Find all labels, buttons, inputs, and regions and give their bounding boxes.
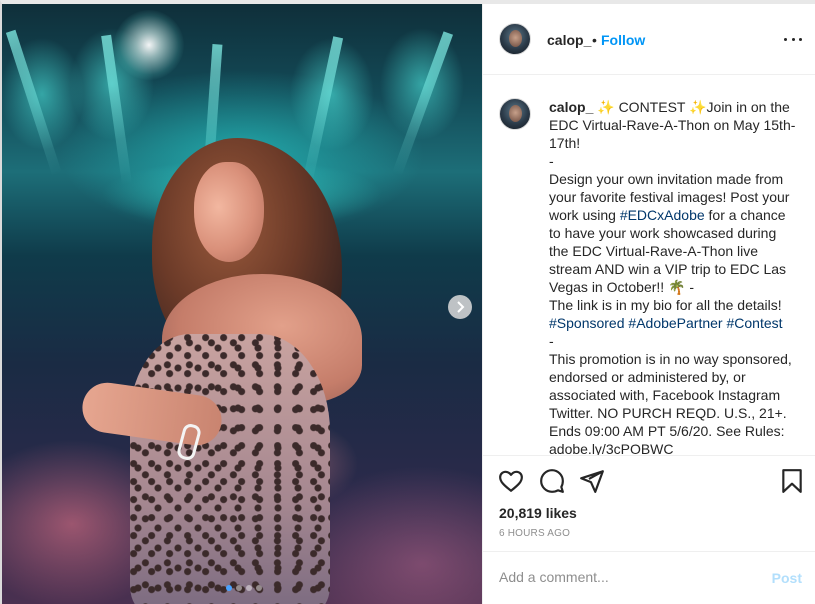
caption-section: calop_ ✨ CONTEST ✨Join in on the EDC Vir… xyxy=(483,76,815,455)
post-timestamp[interactable]: 6 HOURS AGO xyxy=(499,528,570,539)
carousel-indicator xyxy=(226,585,262,591)
firework-burst xyxy=(114,10,184,80)
hashtag-link[interactable]: #AdobePartner xyxy=(628,315,722,331)
dancer-face xyxy=(194,162,264,262)
follow-button[interactable]: Follow xyxy=(601,32,645,48)
bookmark-icon[interactable] xyxy=(779,468,805,494)
carousel-dot xyxy=(246,585,252,591)
separator-dot: • xyxy=(592,32,597,48)
hashtag-link[interactable]: #Sponsored xyxy=(549,315,625,331)
hashtag-link[interactable]: #Contest xyxy=(726,315,782,331)
chevron-right-icon xyxy=(457,301,465,313)
comment-icon[interactable] xyxy=(539,468,565,494)
comment-form: Post xyxy=(483,551,815,604)
caption-text: This promotion is in no way sponsored, e… xyxy=(549,351,792,455)
heart-icon[interactable] xyxy=(498,468,524,494)
more-options-icon[interactable] xyxy=(784,32,802,46)
post-photo[interactable] xyxy=(2,4,482,604)
carousel-dot xyxy=(256,585,262,591)
share-icon[interactable] xyxy=(579,468,605,494)
comment-input[interactable] xyxy=(499,566,749,588)
post-side-panel: calop_ • Follow calop_ ✨ CONTEST ✨Join i… xyxy=(482,4,815,604)
carousel-dot xyxy=(226,585,232,591)
caption-text: - xyxy=(549,153,554,169)
caption-text: The link is in my bio for all the detail… xyxy=(549,297,782,313)
caption-text: - xyxy=(549,333,554,349)
avatar[interactable] xyxy=(499,23,531,55)
carousel-next-button[interactable] xyxy=(448,295,472,319)
post-actions: 20,819 likes 6 HOURS AGO Post xyxy=(483,455,815,604)
post-header: calop_ • Follow xyxy=(483,4,815,75)
caption-username[interactable]: calop_ xyxy=(549,99,593,115)
username-link[interactable]: calop_ xyxy=(547,32,591,48)
avatar[interactable] xyxy=(499,98,531,130)
post-comment-button[interactable]: Post xyxy=(772,570,802,586)
likes-count[interactable]: 20,819 likes xyxy=(499,505,577,521)
dancer-dress xyxy=(130,334,330,604)
carousel-dot xyxy=(236,585,242,591)
hashtag-link[interactable]: #EDCxAdobe xyxy=(620,207,705,223)
post-caption: calop_ ✨ CONTEST ✨Join in on the EDC Vir… xyxy=(549,98,799,455)
